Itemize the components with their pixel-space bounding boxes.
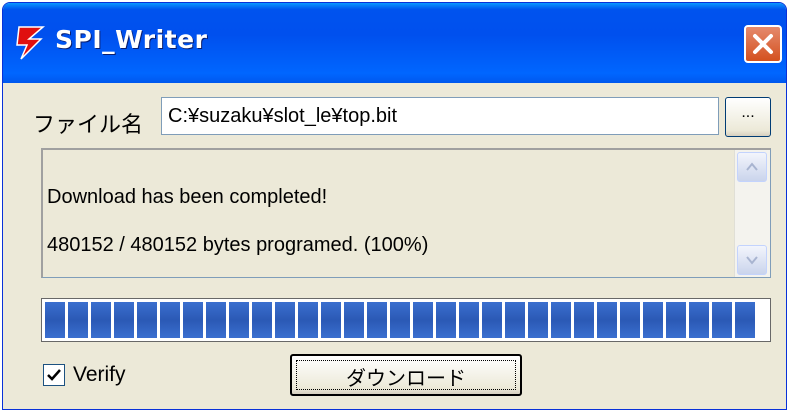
progress-block [620, 302, 640, 338]
browse-button[interactable]: ... [725, 97, 771, 137]
checkmark-icon [47, 369, 61, 381]
progress-block [206, 302, 226, 338]
progress-block [735, 302, 755, 338]
progress-block [252, 302, 272, 338]
progress-block [45, 302, 65, 338]
log-line: Download has been completed! [47, 186, 328, 208]
progress-block [321, 302, 341, 338]
progress-block [160, 302, 180, 338]
progress-block [91, 302, 111, 338]
file-path-input[interactable] [161, 97, 719, 135]
progress-block [183, 302, 203, 338]
window-title: SPI_Writer [55, 25, 208, 54]
progress-block [68, 302, 88, 338]
progress-block [712, 302, 732, 338]
progress-block [528, 302, 548, 338]
file-name-label: ファイル名 [33, 113, 144, 138]
progress-block [137, 302, 157, 338]
progress-block [367, 302, 387, 338]
verify-option[interactable]: Verify [43, 363, 126, 387]
download-button[interactable]: ダウンロード [290, 354, 522, 396]
progress-block [689, 302, 709, 338]
progress-block [114, 302, 134, 338]
log-textarea[interactable]: Download has been completed! 480152 / 48… [41, 148, 771, 278]
progress-block [229, 302, 249, 338]
spi-writer-window: SPI_Writer ファイル名 ... Download has been c… [2, 2, 787, 410]
title-bar[interactable]: SPI_Writer [3, 3, 786, 83]
vertical-scrollbar[interactable] [734, 150, 770, 277]
verify-checkbox[interactable] [43, 364, 65, 386]
progress-block [666, 302, 686, 338]
close-button[interactable] [744, 25, 782, 63]
progress-block [505, 302, 525, 338]
progress-block [344, 302, 364, 338]
chevron-up-icon [746, 162, 758, 171]
scroll-up-button[interactable] [737, 152, 767, 182]
log-line: 480152 / 480152 bytes programed. (100%) [47, 234, 429, 256]
close-x-icon [753, 34, 773, 54]
red-lightning-icon [15, 25, 47, 61]
progress-block [482, 302, 502, 338]
progress-block [413, 302, 433, 338]
progress-block [551, 302, 571, 338]
download-button-label: ダウンロード [346, 366, 466, 390]
verify-label: Verify [73, 363, 126, 386]
progress-block [298, 302, 318, 338]
progress-bar [41, 298, 771, 342]
progress-block [574, 302, 594, 338]
progress-block [436, 302, 456, 338]
progress-block [643, 302, 663, 338]
scroll-down-button[interactable] [737, 245, 767, 275]
progress-fill [45, 302, 755, 338]
progress-block [275, 302, 295, 338]
chevron-down-icon [746, 256, 758, 265]
progress-block [390, 302, 410, 338]
progress-block [597, 302, 617, 338]
progress-block [459, 302, 479, 338]
